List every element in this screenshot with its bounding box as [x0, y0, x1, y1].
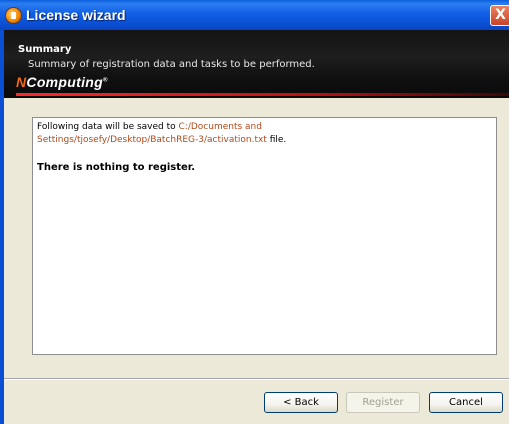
save-suffix: file. — [266, 135, 287, 145]
logo-mark: ® — [103, 77, 108, 84]
save-path-part2: Settings/tjosefy/Desktop/BatchREG-3/acti… — [37, 135, 267, 145]
ncomputing-logo: NComputing® — [16, 74, 108, 90]
summary-line-1: Following data will be saved to C:/Docum… — [37, 122, 262, 132]
wizard-header: Summary Summary of registration data and… — [4, 30, 509, 98]
close-button[interactable]: X — [490, 5, 509, 26]
button-separator — [4, 378, 509, 380]
back-button[interactable]: < Back — [264, 392, 338, 413]
app-icon — [6, 8, 21, 23]
cancel-button[interactable]: Cancel — [429, 392, 503, 413]
step-title: Summary — [18, 44, 72, 55]
header-accent-line — [16, 93, 509, 96]
save-prefix: Following data will be saved to — [37, 122, 179, 132]
save-path-part1: C:/Documents and — [178, 122, 262, 132]
nothing-to-register-message: There is nothing to register. — [37, 162, 196, 173]
register-button[interactable]: Register — [346, 392, 420, 413]
step-subtitle: Summary of registration data and tasks t… — [28, 59, 315, 70]
logo-text: Computing — [26, 74, 103, 90]
logo-n: N — [16, 74, 27, 90]
title-bar[interactable]: License wizard X — [0, 0, 509, 30]
window-title: License wizard — [26, 7, 126, 23]
summary-box[interactable]: Following data will be saved to C:/Docum… — [32, 117, 497, 355]
summary-line-2: Settings/tjosefy/Desktop/BatchREG-3/acti… — [37, 135, 286, 145]
